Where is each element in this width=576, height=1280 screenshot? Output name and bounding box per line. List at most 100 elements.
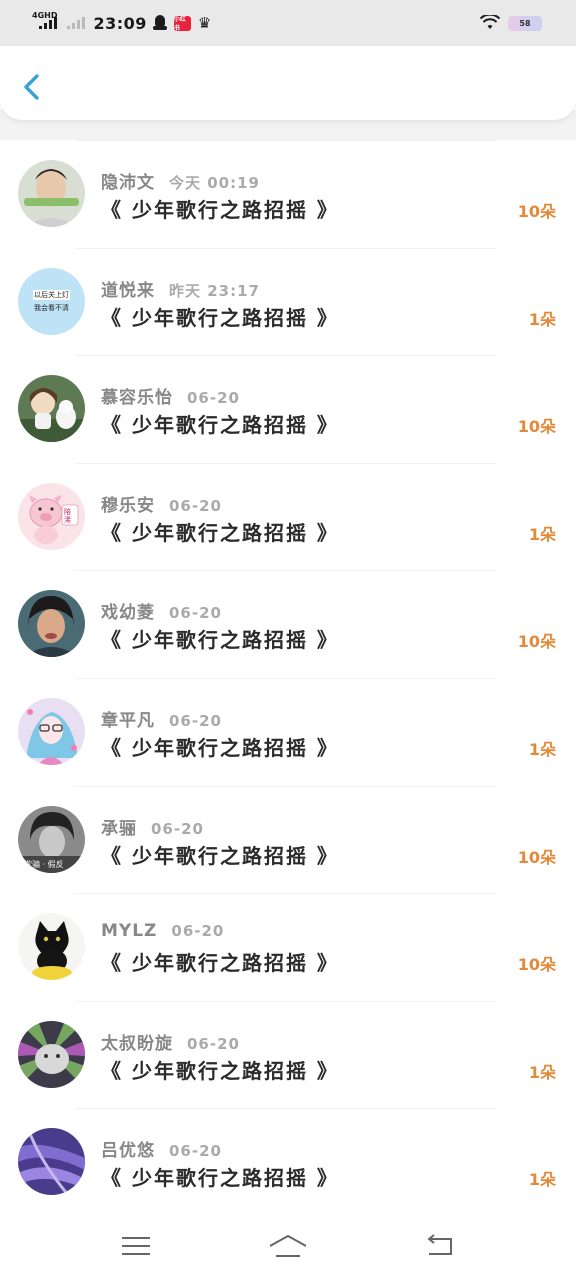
divider	[75, 570, 496, 572]
flower-count: 1朵	[528, 739, 556, 759]
user-name: 承骊 06-20	[101, 814, 204, 839]
chevron-left-icon	[24, 74, 39, 100]
crown-icon: ♛	[197, 13, 212, 32]
record-time: 今天 00:19	[169, 174, 260, 192]
avatar-text: 陪浠	[64, 507, 71, 524]
avatar-text: 欺骗 · 假反	[24, 859, 64, 869]
record-time: 昨天 23:17	[169, 281, 260, 300]
user-name-text: 穆乐安	[101, 495, 155, 516]
flower-count: 1朵	[528, 1170, 556, 1190]
signal-bars-secondary-icon	[67, 17, 86, 29]
book-title: 《 少年歌行之路招摇 》	[101, 951, 339, 976]
user-name-text: 章平凡	[101, 710, 155, 731]
divider	[75, 247, 496, 249]
user-name-text: 隐沛文	[101, 173, 155, 193]
user-name-text: 承骊	[101, 818, 137, 839]
network-type: 4GHD	[32, 10, 58, 20]
avatar[interactable]	[18, 1128, 85, 1196]
avatar[interactable]	[18, 160, 85, 227]
divider	[75, 785, 496, 787]
avatar-text-line: 以后关上灯	[33, 289, 70, 300]
divider	[75, 140, 496, 141]
avatar[interactable]: 陪浠	[18, 482, 85, 550]
book-title: 《 少年歌行之路招摇 》	[101, 1166, 339, 1191]
back-button[interactable]	[20, 70, 44, 104]
flower-count: 10朵	[517, 202, 556, 221]
wifi-icon	[480, 15, 500, 29]
list-item[interactable]: 慕容乐怡 06-20 《 少年歌行之路招摇 》 10朵	[0, 355, 576, 463]
avatar-text-line: 我会看不清	[34, 303, 69, 312]
user-name: 太叔盼旋 06-20	[101, 1029, 240, 1054]
record-time: 06-20	[187, 1034, 240, 1053]
xiaohongshu-icon: 小红书	[173, 15, 191, 32]
avatar[interactable]: 以后关上灯 我会看不清	[18, 267, 85, 335]
flower-count: 1朵	[528, 309, 556, 329]
status-bar: 4GHD 23:09 小红书 ♛ 58	[0, 0, 576, 46]
back-nav-button[interactable]	[420, 1231, 460, 1261]
list-item[interactable]: MYLZ 06-20 《 少年歌行之路招摇 》 10朵	[0, 893, 576, 1001]
record-time: 06-20	[151, 819, 204, 838]
user-name-text: 戏幼菱	[101, 603, 155, 624]
home-button[interactable]	[268, 1231, 308, 1261]
divider	[75, 893, 496, 895]
book-title: 《 少年歌行之路招摇 》	[101, 735, 339, 760]
avatar[interactable]	[18, 1020, 85, 1088]
book-title: 《 少年歌行之路招摇 》	[101, 520, 339, 545]
flower-count: 10朵	[517, 847, 556, 867]
list-item[interactable]: 以后关上灯 我会看不清 道悦来 昨天 23:17 《 少年歌行之路招摇 》 1朵	[0, 247, 576, 356]
menu-button[interactable]	[116, 1231, 156, 1261]
user-name: 慕容乐怡 06-20	[101, 383, 240, 408]
clock: 23:09	[93, 13, 147, 33]
battery-indicator: 58	[508, 15, 542, 31]
book-title: 《 少年歌行之路招摇 》	[101, 628, 339, 653]
record-time: 06-20	[171, 922, 225, 941]
qq-penguin-icon	[152, 15, 167, 31]
menu-icon	[122, 1237, 150, 1255]
back-icon	[427, 1234, 452, 1255]
user-name-text: 道悦来	[101, 280, 155, 301]
user-name: 道悦来 昨天 23:17	[101, 276, 260, 301]
avatar[interactable]	[18, 913, 85, 981]
flower-count: 10朵	[517, 632, 556, 652]
avatar[interactable]	[18, 697, 85, 765]
header-bar	[0, 46, 576, 120]
user-name: 戏幼菱 06-20	[101, 598, 222, 623]
record-time: 06-20	[169, 1142, 222, 1161]
user-name-text: 慕容乐怡	[101, 388, 173, 409]
book-title: 《 少年歌行之路招摇 》	[101, 305, 339, 330]
user-name: MYLZ 06-20	[101, 921, 224, 941]
system-nav-bar	[0, 1212, 576, 1280]
user-name: 隐沛文 今天 00:19	[101, 168, 260, 193]
divider	[75, 677, 496, 679]
user-name-text: MYLZ	[101, 921, 158, 942]
book-title: 《 少年歌行之路招摇 》	[101, 843, 339, 868]
record-time: 06-20	[169, 604, 222, 623]
record-time: 06-20	[187, 389, 240, 408]
record-time: 06-20	[169, 496, 222, 515]
divider	[75, 355, 496, 357]
list-item[interactable]: 欺骗 · 假反 承骊 06-20 《 少年歌行之路招摇 》 10朵	[0, 785, 576, 894]
book-title: 《 少年歌行之路招摇 》	[101, 413, 339, 438]
list-item[interactable]: 陪浠 穆乐安 06-20 《 少年歌行之路招摇 》 1朵	[0, 462, 576, 571]
list-item[interactable]: 隐沛文 今天 00:19 《 少年歌行之路招摇 》 10朵	[0, 140, 576, 248]
avatar[interactable]: 欺骗 · 假反	[18, 805, 85, 873]
avatar[interactable]	[18, 590, 85, 658]
user-name-text: 吕优悠	[101, 1141, 155, 1162]
book-title: 《 少年歌行之路招摇 》	[101, 198, 339, 222]
flower-count: 10朵	[517, 955, 556, 975]
list-item[interactable]: 太叔盼旋 06-20 《 少年歌行之路招摇 》 1朵	[0, 1000, 576, 1109]
user-name: 章平凡 06-20	[101, 706, 222, 731]
book-title: 《 少年歌行之路招摇 》	[101, 1058, 339, 1083]
home-icon	[269, 1235, 307, 1257]
list-item[interactable]: 章平凡 06-20 《 少年歌行之路招摇 》 1朵	[0, 677, 576, 786]
flower-count: 10朵	[517, 417, 556, 437]
flower-count: 1朵	[528, 524, 556, 544]
list-item[interactable]: 吕优悠 06-20 《 少年歌行之路招摇 》 1朵	[0, 1108, 576, 1216]
record-time: 06-20	[169, 711, 222, 730]
avatar[interactable]	[18, 375, 85, 443]
gift-record-list: 隐沛文 今天 00:19 《 少年歌行之路招摇 》 10朵 以后关上灯 我会看不清…	[0, 140, 576, 1216]
flower-count: 1朵	[528, 1062, 556, 1082]
list-item[interactable]: 戏幼菱 06-20 《 少年歌行之路招摇 》 10朵	[0, 570, 576, 678]
user-name: 吕优悠 06-20	[101, 1136, 222, 1161]
divider	[75, 462, 496, 464]
